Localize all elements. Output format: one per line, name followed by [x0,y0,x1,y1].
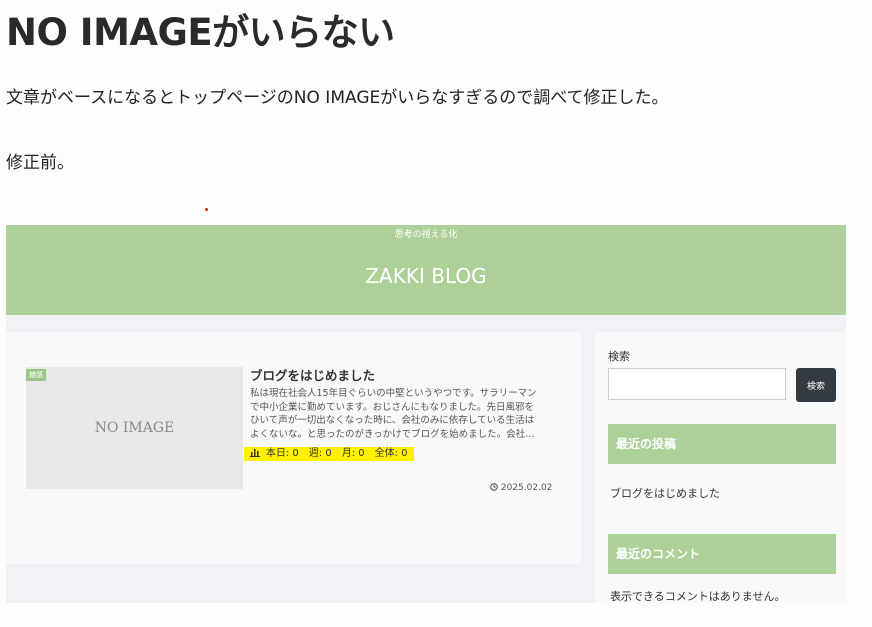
post-title[interactable]: ブログをはじめました [250,365,375,384]
no-image-placeholder[interactable]: NO IMAGE [26,367,243,489]
blog-header: 思考の視える化 ZAKKI BLOG [6,225,846,315]
blog-tagline: 思考の視える化 [394,230,458,240]
post-card[interactable]: NO IMAGE 雑感 ブログをはじめました 私は現在社会人15年目ぐらいの中堅… [6,332,581,564]
no-comments-text: 表示できるコメントはありません。 [610,590,786,603]
search-button[interactable]: 検索 [796,368,836,402]
recent-post-link[interactable]: ブログをはじめました [610,485,720,501]
post-date: 2025.02.02 [490,483,552,493]
post-excerpt: 私は現在社会人15年目ぐらいの中堅というやつです。サラリーマン で中小企業に勤め… [250,387,550,441]
before-fix-label: 修正前。 [6,153,74,173]
recent-comments-heading: 最近のコメント [608,534,836,574]
excerpt-line: 私は現在社会人15年目ぐらいの中堅というやつです。サラリーマン [250,388,537,399]
search-input[interactable] [608,368,786,400]
excerpt-line: ひいて声が一切出なくなった時に、会社のみに依存している生活は [250,415,535,426]
embedded-screenshot: 思考の視える化 ZAKKI BLOG NO IMAGE 雑感 ブログをはじめまし… [6,225,846,603]
article-title: NO IMAGEがいらない [6,11,395,54]
category-badge: 雑感 [26,369,46,381]
search-label: 検索 [608,350,630,363]
view-counts-text: 本日: 0 週: 0 月: 0 全体: 0 [265,448,408,459]
post-date-text: 2025.02.02 [500,483,553,493]
red-dot-marker [205,208,208,211]
intro-paragraph: 文章がベースになるとトップページのNO IMAGEがいらなすぎるので調べて修正し… [6,88,669,108]
clock-icon [490,483,501,493]
excerpt-line: よくないな。と思ったのがきっかけでブログを始めました。会社… [250,428,535,440]
recent-posts-heading: 最近の投稿 [608,424,836,464]
sidebar: 検索 検索 最近の投稿 ブログをはじめました 最近のコメント 表示できるコメント… [595,332,846,603]
blog-title[interactable]: ZAKKI BLOG [6,264,846,288]
bar-chart-icon [250,449,263,459]
excerpt-line: で中小企業に勤めています。おじさんにもなりました。先日風邪を [250,401,535,413]
view-counter: 本日: 0 週: 0 月: 0 全体: 0 [244,447,414,461]
